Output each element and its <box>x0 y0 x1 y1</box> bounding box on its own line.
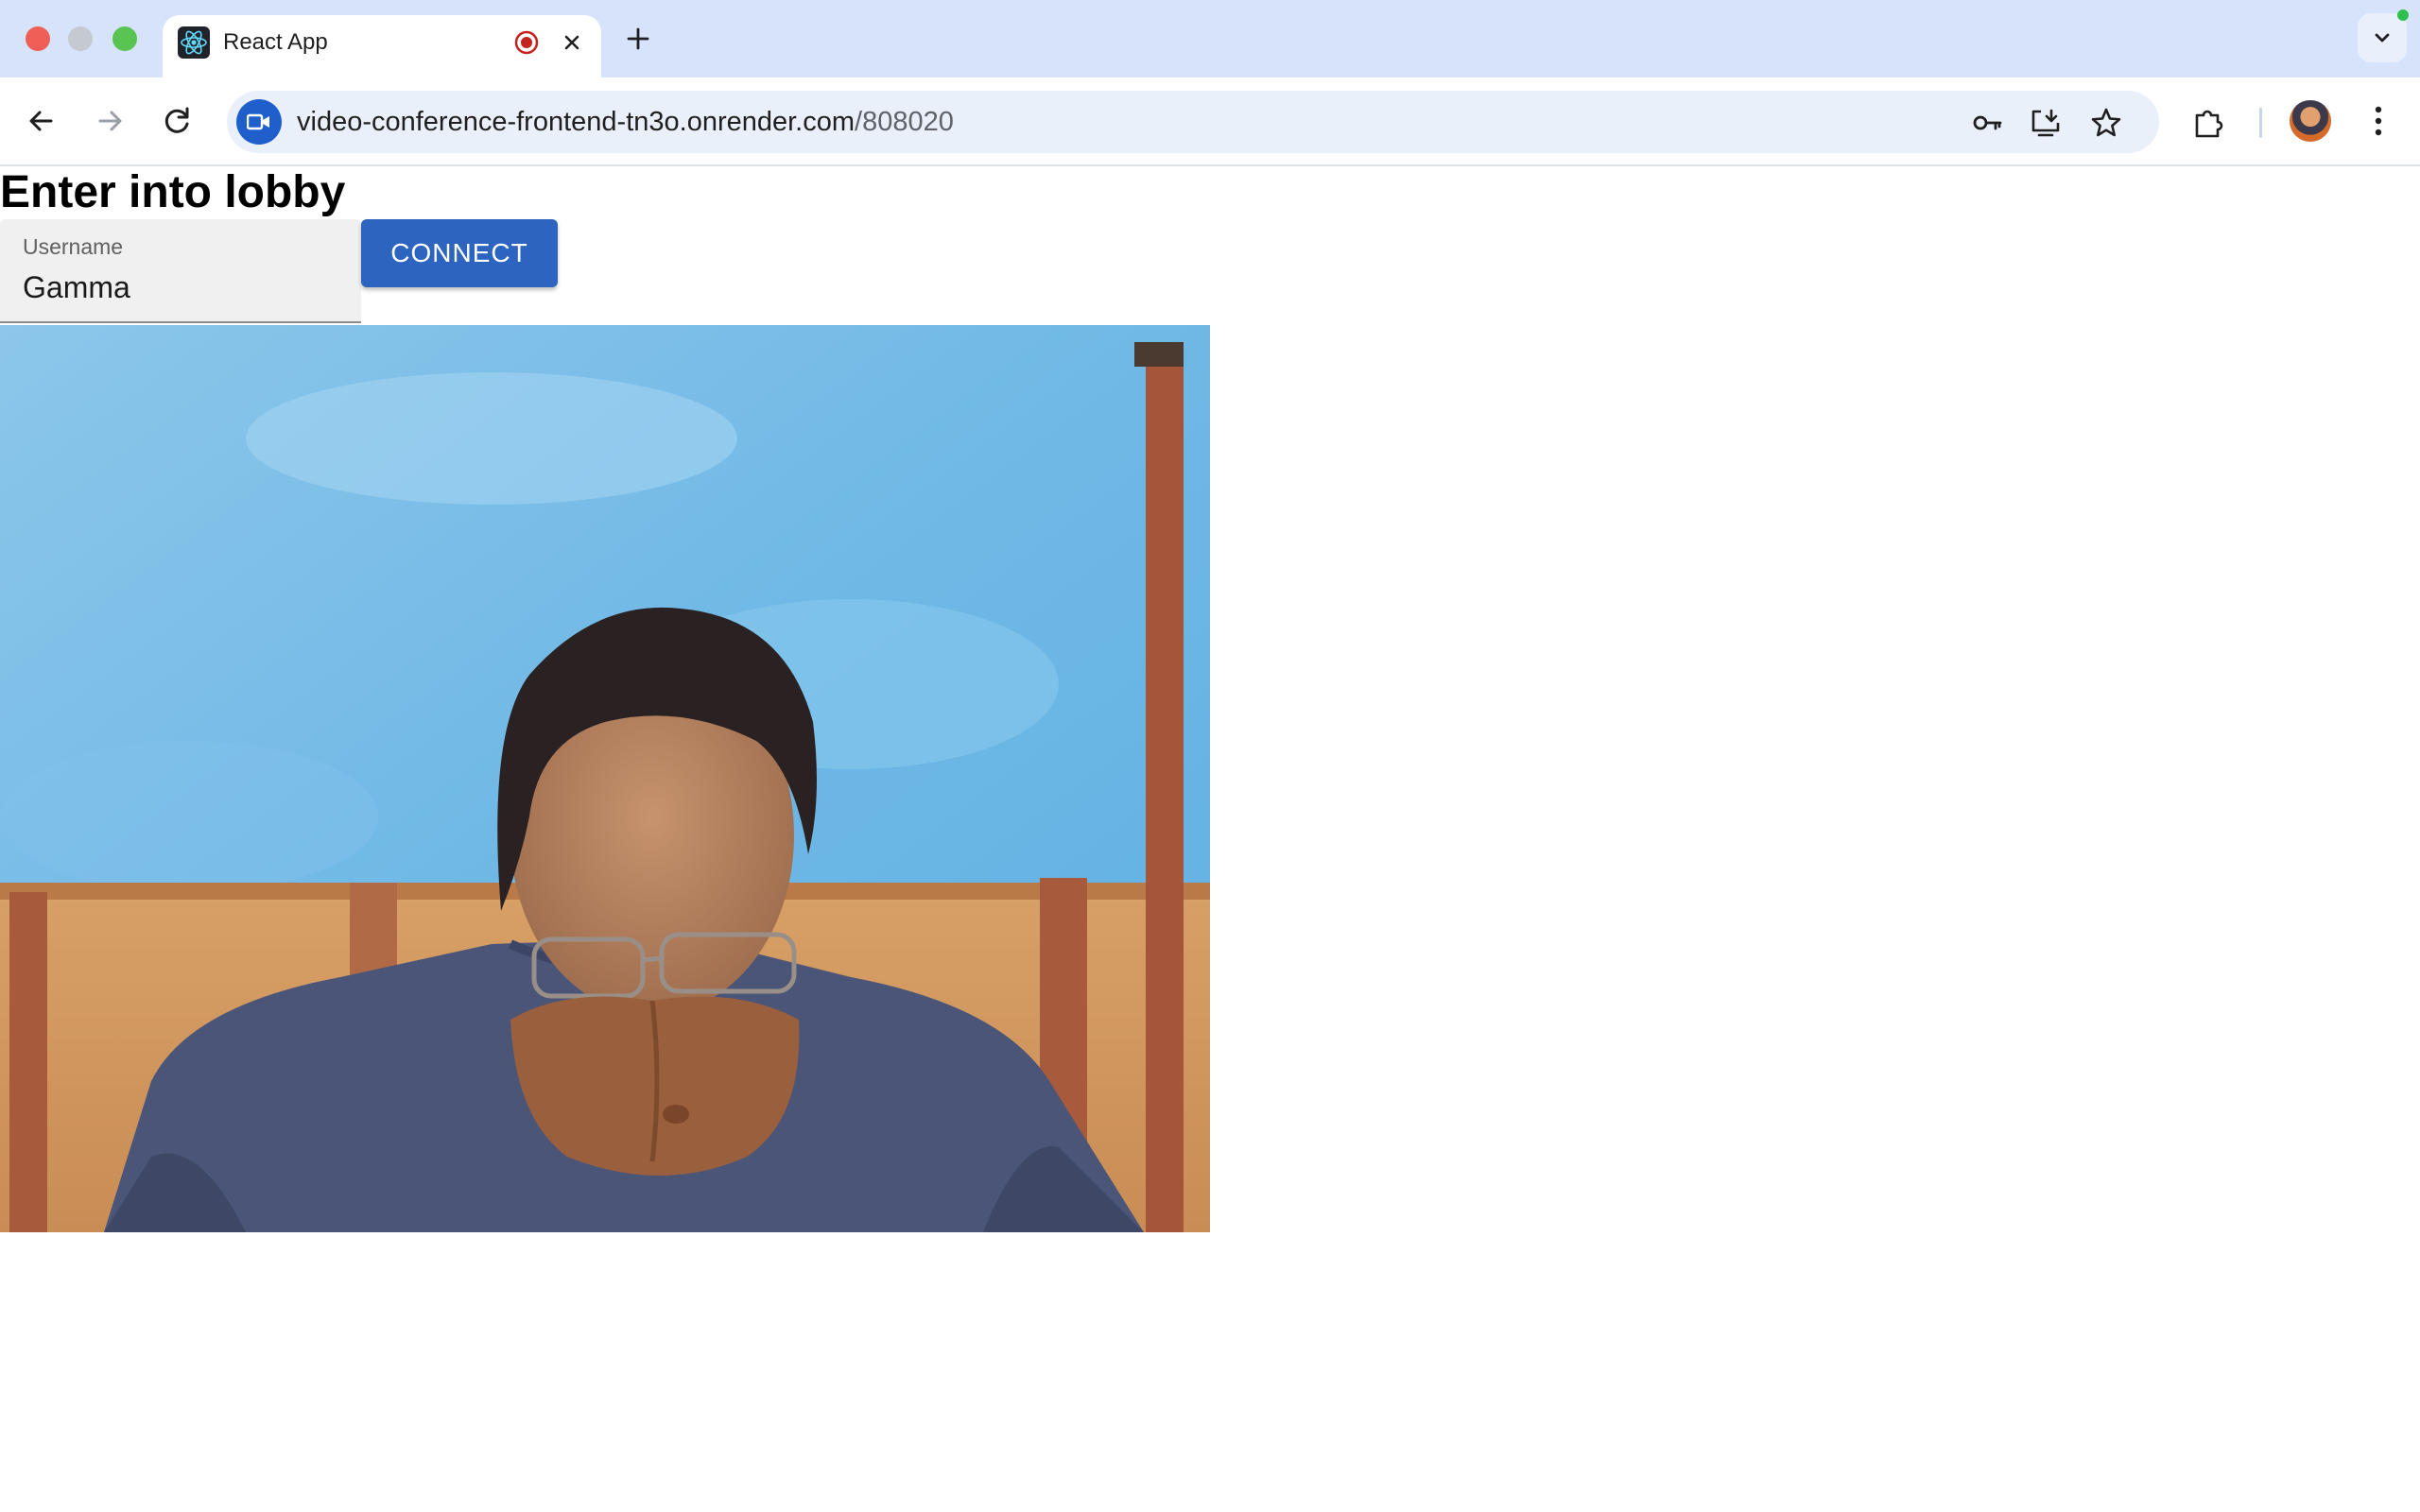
video-camera-icon[interactable] <box>236 99 282 145</box>
address-bar[interactable]: video-conference-frontend-tn3o.onrender.… <box>227 91 2159 153</box>
camera-feed-image <box>0 325 1210 1232</box>
browser-toolbar: video-conference-frontend-tn3o.onrender.… <box>0 77 2420 166</box>
connect-button[interactable]: CONNECT <box>361 219 558 287</box>
password-key-icon[interactable] <box>1970 106 2004 140</box>
toolbar-separator <box>2259 108 2262 138</box>
new-tab-icon[interactable] <box>620 21 656 57</box>
username-input[interactable] <box>21 266 346 308</box>
local-video-preview <box>0 325 1210 1232</box>
bookmark-star-icon[interactable] <box>2089 106 2123 140</box>
url-path: /808020 <box>855 107 954 137</box>
react-favicon-icon <box>178 26 210 59</box>
window-maximize-button[interactable] <box>112 26 137 51</box>
kebab-menu-icon[interactable] <box>2361 102 2395 140</box>
profile-avatar[interactable] <box>2290 100 2331 142</box>
window-close-button[interactable] <box>26 26 50 51</box>
page-title: Enter into lobby <box>0 167 346 217</box>
tab-strip: React App <box>0 0 2420 77</box>
window-minimize-button[interactable] <box>68 26 93 51</box>
install-app-icon[interactable] <box>2029 106 2063 140</box>
forward-icon[interactable] <box>87 98 132 144</box>
back-icon[interactable] <box>19 98 64 144</box>
url-host: video-conference-frontend-tn3o.onrender.… <box>297 107 856 137</box>
recording-icon <box>512 28 541 57</box>
tab-title: React App <box>223 29 328 55</box>
tab-search-icon[interactable] <box>2358 13 2407 62</box>
close-icon[interactable] <box>556 26 588 59</box>
extensions-icon[interactable] <box>2189 104 2225 140</box>
reload-icon[interactable] <box>155 98 200 144</box>
browser-tab[interactable]: React App <box>163 15 601 77</box>
page-content: Enter into lobby Username CONNECT <box>0 166 2420 1512</box>
username-field[interactable]: Username <box>0 219 361 323</box>
url-text[interactable]: video-conference-frontend-tn3o.onrender.… <box>297 106 954 138</box>
status-dot <box>2397 9 2409 21</box>
username-label: Username <box>23 234 124 259</box>
